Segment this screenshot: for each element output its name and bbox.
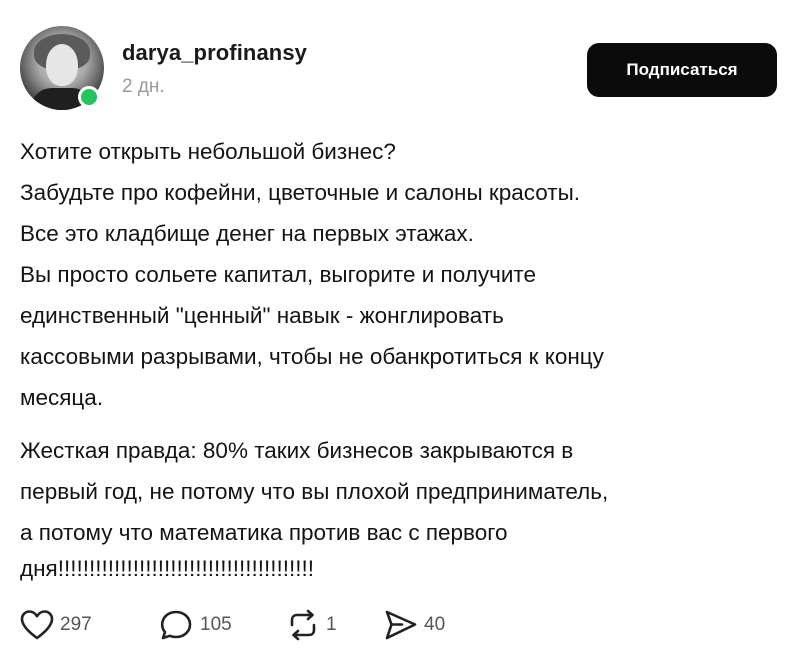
- post-card: darya_profinansy 2 дн. Подписаться Хотит…: [0, 0, 800, 667]
- heart-icon: [20, 609, 54, 641]
- post-text-line: дня!!!!!!!!!!!!!!!!!!!!!!!!!!!!!!!!!!!!!…: [20, 556, 315, 581]
- post-text-line: кассовыми разрывами, чтобы не обанкротит…: [20, 344, 604, 369]
- like-count: 297: [60, 614, 92, 635]
- online-status-indicator: [78, 86, 100, 108]
- post-text-line: Хотите открыть небольшой бизнес?: [20, 139, 396, 164]
- post-timestamp[interactable]: 2 дн.: [122, 76, 165, 98]
- post-text-line: Жесткая правда: 80% таких бизнесов закры…: [20, 438, 574, 463]
- comment-icon: [160, 609, 194, 641]
- repost-count: 1: [326, 614, 337, 635]
- share-count: 40: [424, 614, 446, 635]
- subscribe-button[interactable]: Подписаться: [587, 43, 777, 97]
- post-text-line: а потому что математика против вас с пер…: [20, 520, 508, 545]
- avatar-face: [46, 44, 78, 86]
- post-text-line: первый год, не потому что вы плохой пред…: [20, 479, 609, 504]
- post-text-line: Все это кладбище денег на первых этажах.: [20, 221, 474, 246]
- repost-button[interactable]: 1: [286, 608, 337, 642]
- share-icon: [384, 609, 418, 641]
- post-text-line: Вы просто сольете капитал, выгорите и по…: [20, 262, 536, 287]
- repost-icon: [286, 609, 320, 641]
- share-button[interactable]: 40: [384, 608, 445, 642]
- post-text-line: единственный "ценный" навык - жонглирова…: [20, 303, 504, 328]
- like-button[interactable]: 297: [20, 608, 92, 642]
- comment-count: 105: [200, 614, 232, 635]
- comment-button[interactable]: 105: [160, 608, 232, 642]
- author-username[interactable]: darya_profinansy: [122, 40, 307, 66]
- post-text-line: Забудьте про кофейни, цветочные и салоны…: [20, 180, 581, 205]
- post-text-line: месяца.: [20, 385, 104, 410]
